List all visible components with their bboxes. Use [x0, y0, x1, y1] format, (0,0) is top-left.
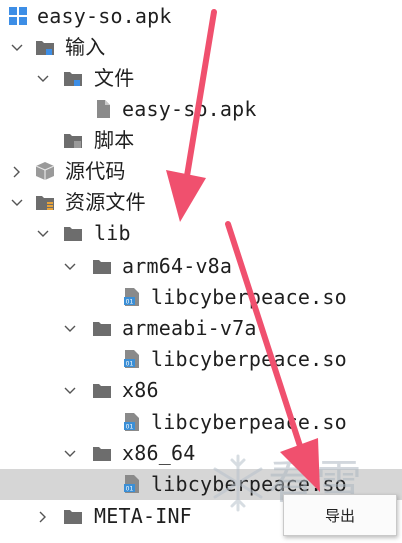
tree-item-files[interactable]: 文件: [0, 63, 402, 94]
tree-item-arm64[interactable]: arm64-v8a: [0, 251, 402, 282]
root-label: easy-so.apk: [37, 4, 172, 28]
script-folder-icon: [63, 131, 83, 151]
svg-text:01: 01: [126, 424, 134, 431]
svg-text:01: 01: [126, 299, 134, 306]
folder-icon: [92, 319, 112, 339]
chevron-down-icon[interactable]: [64, 261, 76, 273]
x86-so-label: libcyberpeace.so: [151, 410, 347, 434]
export-menu-item[interactable]: 导出: [325, 505, 355, 526]
resources-folder-icon: [35, 193, 55, 213]
folder-icon: [63, 507, 83, 527]
chevron-right-icon[interactable]: [37, 511, 49, 523]
apk-file-label: easy-so.apk: [122, 97, 257, 121]
x86-label: x86: [122, 378, 159, 402]
svg-text:01: 01: [126, 486, 134, 493]
binary-file-icon: 01: [122, 474, 142, 494]
source-label: 源代码: [65, 159, 126, 183]
lib-label: lib: [94, 221, 131, 245]
folder-icon: [92, 257, 112, 277]
tree-item-scripts[interactable]: 脚本: [0, 125, 402, 156]
armeabi-so-label: libcyberpeace.so: [151, 347, 347, 371]
chevron-down-icon[interactable]: [64, 323, 76, 335]
context-menu: 导出: [283, 494, 397, 536]
file-icon: [93, 99, 113, 119]
svg-text:01: 01: [126, 361, 134, 368]
tree-item-source[interactable]: 源代码: [0, 156, 402, 187]
x86-64-label: x86_64: [122, 441, 196, 465]
package-icon: [35, 161, 55, 181]
chevron-down-icon[interactable]: [64, 385, 76, 397]
chevron-right-icon[interactable]: [11, 166, 23, 178]
arm64-so-label: libcyberpeace.so: [151, 285, 347, 309]
project-tree: easy-so.apk 输入 文件 easy-so.apk 脚本 源代码 资源文…: [0, 0, 402, 543]
tree-item-lib[interactable]: lib: [0, 218, 402, 249]
folder-icon: [63, 224, 83, 244]
input-folder-icon: [35, 38, 55, 58]
tree-item-input[interactable]: 输入: [0, 32, 402, 63]
folder-icon: [92, 444, 112, 464]
binary-file-icon: 01: [122, 349, 142, 369]
tree-item-x86-so[interactable]: 01 libcyberpeace.so: [0, 407, 402, 438]
binary-file-icon: 01: [122, 287, 142, 307]
chevron-down-icon[interactable]: [11, 197, 23, 209]
files-folder-icon: [63, 69, 83, 89]
input-label: 输入: [65, 35, 106, 59]
folder-icon: [92, 381, 112, 401]
apk-grid-icon: [8, 6, 28, 26]
tree-item-resources[interactable]: 资源文件: [0, 187, 402, 218]
binary-file-icon: 01: [122, 412, 142, 432]
scripts-label: 脚本: [94, 128, 135, 152]
chevron-down-icon[interactable]: [37, 228, 49, 240]
armeabi-label: armeabi-v7a: [122, 316, 257, 340]
tree-item-apk-file[interactable]: easy-so.apk: [0, 94, 402, 125]
tree-root-row[interactable]: easy-so.apk: [0, 1, 402, 32]
tree-item-armeabi-so[interactable]: 01 libcyberpeace.so: [0, 344, 402, 375]
chevron-down-icon[interactable]: [64, 448, 76, 460]
tree-item-arm64-so[interactable]: 01 libcyberpeace.so: [0, 282, 402, 313]
files-label: 文件: [94, 66, 135, 90]
meta-inf-label: META-INF: [94, 504, 192, 528]
tree-item-x86-64[interactable]: x86_64: [0, 438, 402, 469]
chevron-down-icon[interactable]: [37, 73, 49, 85]
resources-label: 资源文件: [65, 190, 146, 214]
tree-item-x86[interactable]: x86: [0, 375, 402, 406]
tree-item-armeabi[interactable]: armeabi-v7a: [0, 313, 402, 344]
arm64-label: arm64-v8a: [122, 254, 233, 278]
chevron-down-icon[interactable]: [11, 42, 23, 54]
